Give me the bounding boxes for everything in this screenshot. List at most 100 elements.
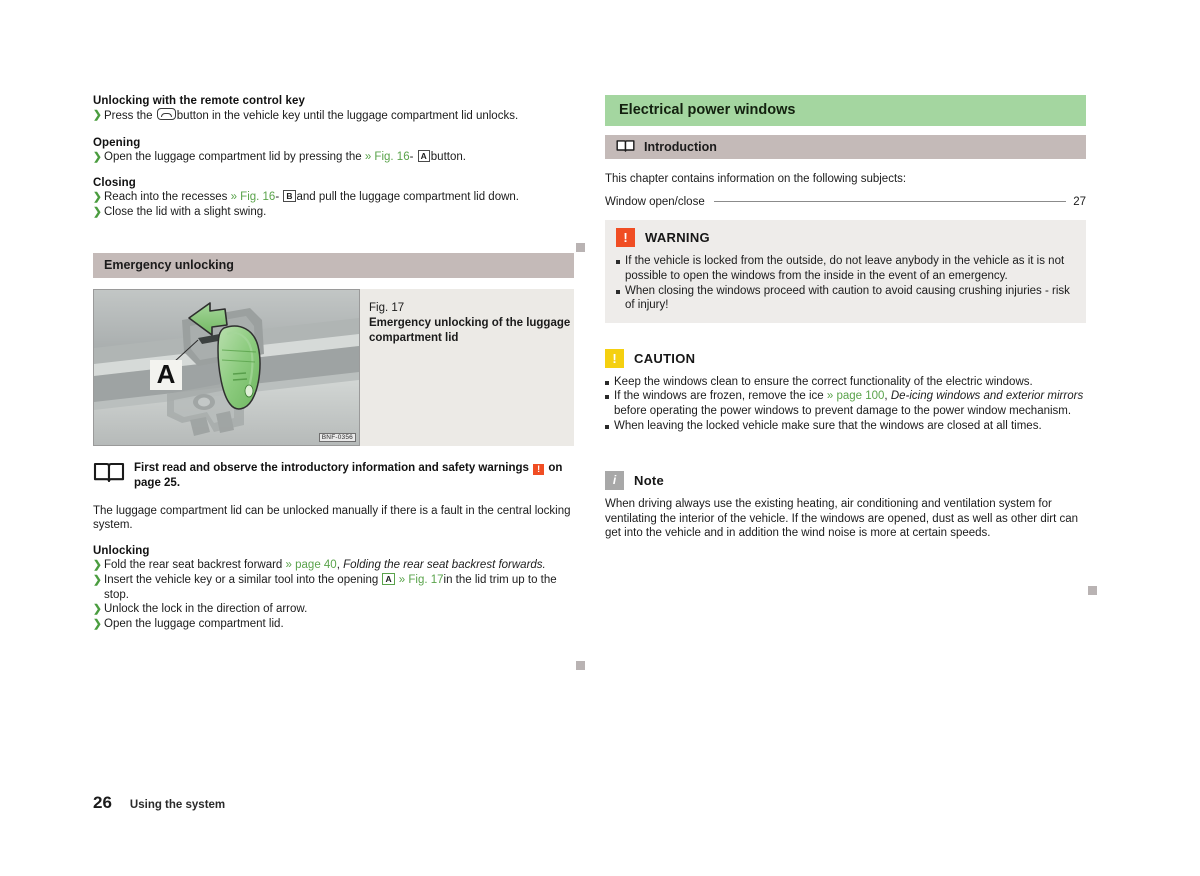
step-text-before: Insert the vehicle key or a similar tool…: [104, 573, 379, 586]
caution-item-after: before operating the power windows to pr…: [614, 404, 1072, 417]
figure-code: BNF-0356: [318, 433, 356, 443]
steps-unlocking: ❯ Fold the rear seat backrest forward » p…: [93, 558, 574, 631]
list-item: ❯ Insert the vehicle key or a similar too…: [93, 572, 574, 602]
steps-remote-control: ❯ Press the button in the vehicle key unt…: [93, 108, 574, 124]
square-bullet-icon: [605, 380, 609, 385]
toc-page-number: 27: [1073, 196, 1086, 209]
read-first-notice: First read and observe the introductory …: [93, 461, 574, 490]
caution-item-italic: De-icing windows and exterior mirrors: [890, 390, 1084, 403]
figure-number: Fig. 17: [369, 302, 405, 315]
heading-closing: Closing: [93, 177, 136, 190]
toc-entry-window-open-close[interactable]: Window open/close 27: [605, 196, 1086, 208]
svg-text:A: A: [157, 359, 176, 389]
introduction-label: Introduction: [644, 140, 717, 154]
heading-unlocking: Unlocking: [93, 545, 150, 558]
list-item: ❯ Unlock the lock in the direction of arr…: [93, 602, 574, 617]
heading-remote-control: Unlocking with the remote control key: [93, 95, 306, 107]
warning-item-text: When closing the windows proceed with ca…: [625, 284, 1070, 312]
note-label: Note: [634, 473, 665, 489]
square-bullet-icon: [616, 289, 620, 294]
dash: -: [409, 150, 414, 163]
boxed-reference-a: A: [417, 149, 430, 162]
list-item: ❯ Open the luggage compartment lid.: [93, 617, 574, 632]
list-item: When closing the windows proceed with ca…: [616, 284, 1075, 313]
cross-reference-page100[interactable]: » page 100: [827, 390, 885, 402]
chevron-right-icon: ❯: [93, 573, 102, 586]
chevron-right-icon: ❯: [93, 603, 102, 616]
list-item: ❯ Fold the rear seat backrest forward » p…: [93, 558, 574, 573]
luggage-lid-illustration: A: [94, 290, 359, 446]
step-text-before: Press the: [104, 110, 153, 122]
comma: ,: [884, 390, 888, 403]
list-item: Keep the windows clean to ensure the cor…: [605, 375, 1086, 390]
list-item: ❯ Open the luggage compartment lid by pre…: [93, 149, 574, 165]
read-first-before: First read and observe the introductory …: [134, 462, 529, 475]
chevron-right-icon: ❯: [93, 150, 102, 163]
caution-icon: !: [605, 348, 624, 368]
dash: -: [275, 191, 280, 204]
warning-list: If the vehicle is locked from the outsid…: [616, 254, 1075, 312]
left-column: Unlocking with the remote control key ❯ P…: [93, 95, 574, 631]
comma: ,: [336, 559, 340, 572]
caution-list: Keep the windows clean to ensure the cor…: [605, 375, 1086, 433]
figure-caption: Fig. 17 Emergency unlocking of the lugga…: [360, 289, 574, 446]
cross-reference-page40[interactable]: » page 40: [286, 559, 337, 571]
caution-label: CAUTION: [634, 350, 696, 366]
list-item: If the vehicle is locked from the outsid…: [616, 254, 1075, 283]
note-text: When driving always use the existing hea…: [605, 498, 1079, 539]
read-first-text: First read and observe the introductory …: [134, 461, 574, 490]
caution-item-text: Keep the windows clean to ensure the cor…: [614, 375, 1033, 388]
right-column: Electrical power windows Introduction Th…: [605, 95, 1086, 550]
square-bullet-icon: [616, 260, 620, 265]
chevron-right-icon: ❯: [93, 205, 102, 218]
caution-header: ! CAUTION: [605, 348, 1086, 368]
step-text-after: button.: [430, 150, 466, 163]
step-text: Close the lid with a slight swing.: [104, 205, 267, 218]
toc-leader-line: [713, 201, 1067, 203]
figure-17: A BNF-0356 Fig. 17 Emergency unlocking o…: [93, 289, 574, 447]
step-text-after: button in the vehicle key until the lugg…: [176, 110, 519, 122]
toc-label: Window open/close: [605, 196, 705, 209]
chevron-right-icon: ❯: [93, 617, 102, 630]
step-text-after: and pull the luggage compartment lid dow…: [296, 191, 519, 204]
warning-icon: !: [616, 228, 635, 248]
caution-callout: ! CAUTION Keep the windows clean to ensu…: [605, 341, 1086, 443]
chevron-right-icon: ❯: [93, 559, 102, 572]
cross-reference-fig17[interactable]: » Fig. 17: [399, 574, 444, 586]
steps-opening: ❯ Open the luggage compartment lid by pre…: [93, 149, 574, 165]
cross-reference-fig16[interactable]: » Fig. 16: [365, 151, 410, 163]
note-callout: i Note When driving always use the exist…: [605, 463, 1086, 550]
chapter-title-bar: Electrical power windows: [605, 95, 1086, 126]
list-item: If the windows are frozen, remove the ic…: [605, 389, 1086, 418]
step-text: Open the luggage compartment lid.: [104, 617, 284, 630]
warning-label: WARNING: [645, 230, 710, 246]
chevron-right-icon: ❯: [93, 109, 102, 121]
intro-lead-text: This chapter contains information on the…: [605, 173, 907, 185]
warning-header: ! WARNING: [616, 228, 1075, 248]
square-bullet-icon: [605, 424, 609, 429]
end-of-section-marker: [576, 661, 585, 670]
warning-item-text: If the vehicle is locked from the outsid…: [625, 255, 1065, 282]
step-text-before: Fold the rear seat backrest forward: [104, 559, 283, 572]
step-text: Unlock the lock in the direction of arro…: [104, 603, 308, 616]
steps-closing: ❯ Reach into the recesses » Fig. 16- Band…: [93, 190, 574, 219]
open-book-icon: [616, 139, 635, 156]
end-of-section-marker: [1088, 586, 1097, 595]
step-text-before: Reach into the recesses: [104, 191, 228, 204]
caution-item-text: When leaving the locked vehicle make sur…: [614, 419, 1042, 432]
open-book-icon: [93, 461, 125, 489]
warning-marker-icon: !: [533, 464, 545, 476]
section-bar-introduction: Introduction: [605, 135, 1086, 159]
boxed-reference-a: A: [382, 572, 395, 585]
list-item: ❯ Reach into the recesses » Fig. 16- Band…: [93, 190, 574, 205]
emergency-intro-paragraph: The luggage compartment lid can be unloc…: [93, 504, 571, 531]
heading-opening: Opening: [93, 136, 141, 149]
cross-reference-fig16[interactable]: » Fig. 16: [231, 191, 276, 203]
trunk-button-icon: [156, 108, 176, 120]
list-item: When leaving the locked vehicle make sur…: [605, 419, 1086, 434]
section-bar-emergency-unlocking: Emergency unlocking: [93, 253, 574, 279]
footer-section-title: Using the system: [129, 799, 226, 811]
page-number: 26: [93, 793, 112, 812]
boxed-reference-b: B: [283, 190, 296, 203]
warning-callout: ! WARNING If the vehicle is locked from …: [605, 220, 1086, 323]
